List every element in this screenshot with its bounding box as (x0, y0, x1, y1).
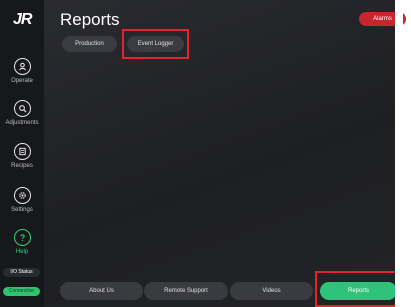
sidebar: JR Operate Adjustments Recipes Settings (0, 0, 44, 307)
remote-support-button[interactable]: Remote Support (144, 282, 228, 300)
page-title: Reports (60, 10, 120, 29)
sidebar-item-operate[interactable]: Operate (0, 58, 44, 84)
sidebar-item-label: Recipes (11, 163, 33, 169)
io-status-button[interactable]: I/O Status (3, 268, 40, 277)
about-us-button[interactable]: About Us (60, 282, 143, 300)
operate-icon (13, 58, 31, 75)
videos-button[interactable]: Videos (230, 282, 313, 300)
sidebar-item-label: Operate (11, 78, 33, 84)
help-icon (13, 229, 31, 246)
app-window: JR Operate Adjustments Recipes Settings (0, 0, 406, 307)
sidebar-item-label: Adjustments (5, 120, 39, 126)
settings-icon (13, 187, 31, 204)
brand-logo: JR (13, 11, 32, 28)
connection-status-button[interactable]: Connection (3, 287, 40, 296)
tab-production[interactable]: Production (62, 36, 117, 52)
sidebar-item-adjustments[interactable]: Adjustments (0, 100, 44, 126)
sidebar-item-label: Settings (11, 207, 33, 213)
adjustments-icon (13, 100, 31, 117)
sidebar-item-help[interactable]: Help (0, 229, 44, 255)
sidebar-item-label: Help (15, 249, 29, 255)
tab-event-logger[interactable]: Event Logger (127, 36, 184, 52)
recipes-icon (13, 143, 31, 160)
main-panel: Reports Alarms Production Event Logger A… (44, 0, 406, 307)
sidebar-item-recipes[interactable]: Recipes (0, 143, 44, 169)
alarms-button[interactable]: Alarms (359, 12, 406, 26)
reports-button[interactable]: Reports (320, 282, 397, 300)
sidebar-item-settings[interactable]: Settings (0, 187, 44, 213)
